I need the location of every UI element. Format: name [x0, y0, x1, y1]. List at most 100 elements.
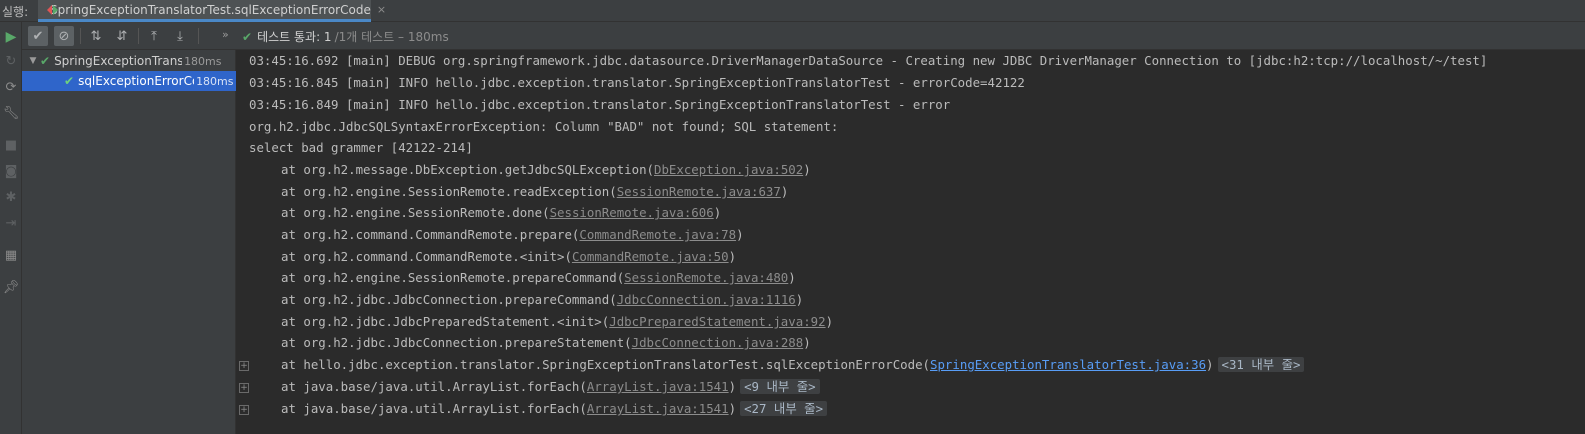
- source-link[interactable]: JdbcPreparedStatement.java:92: [609, 314, 825, 329]
- tree-item-time: 180ms: [184, 54, 222, 68]
- layout-icon[interactable]: ▦: [2, 246, 20, 264]
- collapse-all-icon[interactable]: ⤓: [170, 26, 190, 46]
- expand-fold-icon[interactable]: +: [239, 405, 249, 415]
- source-link[interactable]: JdbcConnection.java:288: [632, 335, 804, 350]
- source-link[interactable]: CommandRemote.java:78: [579, 227, 736, 242]
- console-log-line: org.h2.jdbc.JdbcSQLSyntaxErrorException:…: [249, 119, 839, 134]
- sort-alpha-icon[interactable]: ⇅: [86, 26, 106, 46]
- console-log-line: 03:45:16.692 [main] DEBUG org.springfram…: [249, 53, 1488, 68]
- stack-frame: at org.h2.jdbc.JdbcConnection.prepareSta…: [281, 333, 811, 353]
- folded-lines-badge[interactable]: <27 내부 줄>: [740, 401, 828, 416]
- source-link[interactable]: ArrayList.java:1541: [587, 379, 729, 394]
- stack-frame-text: ): [736, 227, 744, 242]
- check-icon: ✔: [242, 29, 253, 44]
- tree-item-test-class[interactable]: ▼ ✔ SpringExceptionTranslatorTest 180ms: [22, 51, 236, 71]
- stack-frame: at java.base/java.util.ArrayList.forEach…: [281, 377, 820, 397]
- stack-frame: at org.h2.jdbc.JdbcPreparedStatement.<in…: [281, 312, 833, 332]
- stack-frame: at org.h2.jdbc.JdbcConnection.prepareCom…: [281, 290, 803, 310]
- folded-lines-badge[interactable]: <9 내부 줄>: [740, 379, 820, 394]
- stack-frame-text: at org.h2.jdbc.JdbcConnection.prepareCom…: [281, 292, 617, 307]
- stack-frame-text: ): [728, 249, 737, 264]
- toolbar-separator: [198, 28, 199, 44]
- console-output[interactable]: 03:45:16.692 [main] DEBUG org.springfram…: [237, 50, 1585, 434]
- stack-frame-text: at org.h2.message.DbException.getJdbcSQL…: [281, 162, 654, 177]
- test-tree: ▼ ✔ SpringExceptionTranslatorTest 180ms …: [22, 50, 236, 434]
- close-icon[interactable]: ×: [377, 3, 386, 16]
- console-log-line: select bad grammer [42122-214]: [249, 140, 473, 155]
- stack-frame: at org.h2.command.CommandRemote.<init>(C…: [281, 247, 736, 267]
- console-log-line: 03:45:16.845 [main] INFO hello.jdbc.exce…: [249, 75, 1025, 90]
- tree-item-time: 180ms: [196, 74, 234, 88]
- tree-item-test-method[interactable]: ✔ sqlExceptionErrorCode 180ms: [22, 71, 236, 91]
- rerun-failed-icon[interactable]: ↻: [2, 52, 20, 70]
- test-status: ✔ 테스트 통과: 1 /1개 테스트 – 180ms: [242, 28, 449, 45]
- stack-frame: at org.h2.engine.SessionRemote.prepareCo…: [281, 268, 796, 288]
- more-actions-chevron[interactable]: »: [222, 28, 229, 41]
- run-side-toolbar: ▶ ↻ ⟳ 🔧︎ ■ ◙ ✱ ⇥ ▦ 📌︎: [0, 22, 22, 434]
- stack-frame: at org.h2.engine.SessionRemote.readExcep…: [281, 182, 788, 202]
- run-tab[interactable]: SpringExceptionTranslatorTest.sqlExcepti…: [38, 0, 386, 22]
- play-icon[interactable]: ▶: [2, 28, 20, 46]
- stack-frame-text: ): [803, 335, 811, 350]
- check-icon: ✔: [40, 54, 51, 68]
- camera-icon[interactable]: ◙: [2, 162, 20, 180]
- run-tab-title: SpringExceptionTranslatorTest.sqlExcepti…: [50, 2, 371, 17]
- wrench-icon[interactable]: 🔧︎: [2, 104, 20, 122]
- source-link[interactable]: SessionRemote.java:637: [617, 184, 781, 199]
- check-icon: ✔: [64, 74, 75, 88]
- test-toolbar: ✔ ⊘ ⇅ ⇵ ⤒ ⤓ » ✔ 테스트 통과: 1 /1개 테스트 – 180m…: [22, 22, 1585, 50]
- source-link[interactable]: JdbcConnection.java:1116: [617, 292, 796, 307]
- stack-frame-text: ): [795, 292, 804, 307]
- stack-frame-text: ): [788, 270, 796, 285]
- expand-fold-icon[interactable]: +: [239, 361, 249, 371]
- stack-frame-text: at org.h2.engine.SessionRemote.done(: [281, 205, 550, 220]
- chevron-down-icon[interactable]: ▼: [28, 56, 38, 66]
- pin-icon[interactable]: 📌︎: [2, 278, 20, 296]
- stack-frame: at org.h2.command.CommandRemote.prepare(…: [281, 225, 744, 245]
- tree-item-label: SpringExceptionTranslatorTest: [54, 54, 183, 68]
- stack-frame-text: at org.h2.engine.SessionRemote.readExcep…: [281, 184, 617, 199]
- stack-frame-text: at org.h2.command.CommandRemote.prepare(: [281, 227, 580, 242]
- stack-frame-text: ): [713, 205, 722, 220]
- stack-frame-text: at org.h2.jdbc.JdbcConnection.prepareSta…: [281, 335, 632, 350]
- sort-duration-icon[interactable]: ⇵: [112, 26, 132, 46]
- expand-fold-icon[interactable]: +: [239, 383, 249, 393]
- stack-frame-text: ): [1206, 357, 1214, 372]
- console-log-line: 03:45:16.849 [main] INFO hello.jdbc.exce…: [249, 97, 951, 112]
- run-label: 실행:: [2, 5, 29, 19]
- source-link[interactable]: SpringExceptionTranslatorTest.java:36: [930, 357, 1206, 372]
- stack-frame-text: at org.h2.engine.SessionRemote.prepareCo…: [281, 270, 625, 285]
- stack-frame-text: ): [728, 401, 737, 416]
- source-link[interactable]: SessionRemote.java:606: [550, 205, 714, 220]
- source-link[interactable]: DbException.java:502: [654, 162, 803, 177]
- stack-frame-text: at java.base/java.util.ArrayList.forEach…: [281, 379, 587, 394]
- status-pass: 테스트 통과: 1: [257, 30, 332, 44]
- stop-icon[interactable]: ■: [2, 136, 20, 154]
- stack-frame-text: at org.h2.command.CommandRemote.<init>(: [281, 249, 572, 264]
- stack-frame: at org.h2.engine.SessionRemote.done(Sess…: [281, 203, 721, 223]
- stack-frame: at hello.jdbc.exception.translator.Sprin…: [281, 355, 1305, 375]
- stack-frame-text: ): [780, 184, 789, 199]
- status-total: /1개 테스트 – 180ms: [334, 30, 449, 44]
- stack-frame-text: ): [825, 314, 834, 329]
- bug-icon[interactable]: ✱: [2, 188, 20, 206]
- stack-frame: at java.base/java.util.ArrayList.forEach…: [281, 399, 828, 419]
- stack-frame-text: ): [728, 379, 737, 394]
- stack-frame-text: at org.h2.jdbc.JdbcPreparedStatement.<in…: [281, 314, 610, 329]
- toolbar-separator: [138, 28, 139, 44]
- expand-all-icon[interactable]: ⤒: [144, 26, 164, 46]
- tree-item-label: sqlExceptionErrorCode: [78, 74, 194, 88]
- source-link[interactable]: ArrayList.java:1541: [587, 401, 729, 416]
- exit-icon[interactable]: ⇥: [2, 214, 20, 232]
- folded-lines-badge[interactable]: <31 내부 줄>: [1217, 357, 1305, 372]
- toolbar-separator: [80, 28, 81, 44]
- check-icon[interactable]: ✔: [28, 26, 48, 46]
- run-tab-bar: 실행: SpringExceptionTranslatorTest.sqlExc…: [0, 0, 1585, 22]
- source-link[interactable]: SessionRemote.java:480: [624, 270, 788, 285]
- stack-frame: at org.h2.message.DbException.getJdbcSQL…: [281, 160, 811, 180]
- stack-frame-text: at java.base/java.util.ArrayList.forEach…: [281, 401, 587, 416]
- source-link[interactable]: CommandRemote.java:50: [572, 249, 729, 264]
- cancel-circle-icon[interactable]: ⊘: [54, 26, 74, 46]
- toggle-auto-test-icon[interactable]: ⟳: [2, 78, 20, 96]
- stack-frame-text: ): [803, 162, 811, 177]
